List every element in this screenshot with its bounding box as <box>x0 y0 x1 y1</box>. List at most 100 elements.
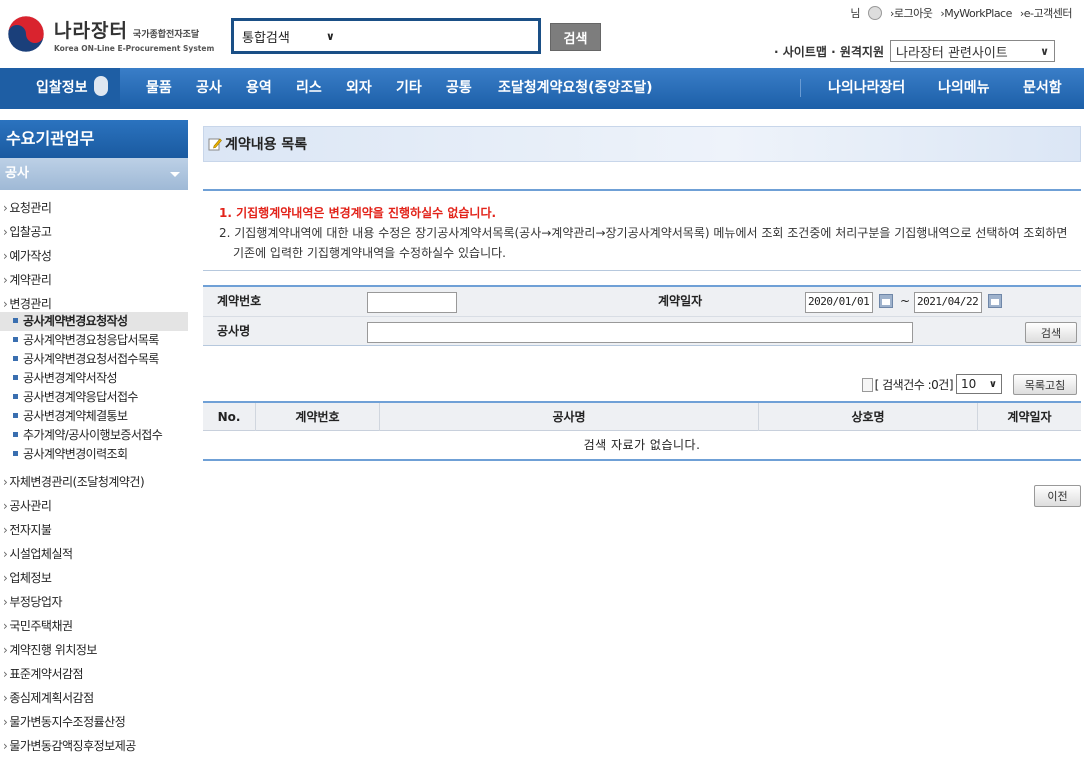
page-header: 계약내용 목록 <box>203 126 1081 162</box>
prev-button[interactable]: 이전 <box>1034 485 1081 507</box>
nav-service[interactable]: 용역 <box>246 68 272 109</box>
form-search-button[interactable]: 검색 <box>1025 322 1077 343</box>
myworkplace-link[interactable]: ›MyWorkPlace <box>940 7 1012 20</box>
sidebar-item[interactable]: 입찰공고 <box>0 220 188 244</box>
sidebar-item[interactable]: 국민주택채권 <box>0 614 188 638</box>
site-links-row: · 사이트맵 · 원격지원 나라장터 관련사이트 ∨ <box>774 40 1055 62</box>
nav-central-procurement[interactable]: 조달청계약요청(중앙조달) <box>498 68 652 109</box>
notice-warning: 1. 기집행계약내역은 변경계약을 진행하실수 없습니다. <box>219 206 497 220</box>
result-count-row: [ 검색건수 :0건] 10 ∨ 목록고침 <box>203 373 1081 397</box>
notice-info: 2. 기집행계약내역에 대한 내용 수정은 장기공사계약서목록(공사→계약관리→… <box>219 226 1068 260</box>
sidebar-item[interactable]: 자체변경관리(조달청계약건) <box>0 470 188 494</box>
chevron-down-icon: ∨ <box>325 30 335 43</box>
date-to-input[interactable]: 2021/04/22 <box>914 292 982 313</box>
related-sites-value: 나라장터 관련사이트 <box>896 45 1008 61</box>
sidebar-list: 요청관리 입찰공고 예가작성 계약관리 변경관리 공사계약변경요청작성 공사계약… <box>0 196 188 758</box>
pencil-icon <box>208 137 222 151</box>
sidebar-item[interactable]: 예가작성 <box>0 244 188 268</box>
nav-etc[interactable]: 기타 <box>396 68 422 109</box>
search-input[interactable]: 통합검색 ∨ <box>231 18 541 54</box>
contract-no-label: 계약번호 <box>217 294 262 308</box>
search-form: 계약번호 계약일자 2020/01/01 ~ 2021/04/22 공사명 검색 <box>203 285 1081 346</box>
col-contract-date: 계약일자 <box>977 403 1081 431</box>
refresh-list-button[interactable]: 목록고침 <box>1013 374 1077 395</box>
calendar-icon[interactable] <box>988 294 1002 308</box>
sidebar-item[interactable]: 요청관리 <box>0 196 188 220</box>
sidebar-sub-item[interactable]: 공사계약변경요청응답서목록 <box>0 331 188 350</box>
logo-subtitle: 국가종합전자조달 <box>132 29 200 40</box>
nav-document-box[interactable]: 문서함 <box>1023 68 1062 109</box>
search-button[interactable]: 검색 <box>550 23 601 51</box>
sidebar-sub-item[interactable]: 공사변경계약서작성 <box>0 369 188 388</box>
sidebar-sub-item-active[interactable]: 공사계약변경요청작성 <box>0 312 188 331</box>
sidebar-sub-list: 공사계약변경요청작성 공사계약변경요청응답서목록 공사계약변경요청서접수목록 공… <box>0 312 188 464</box>
sitemap-remote-links[interactable]: · 사이트맵 · 원격지원 <box>774 43 884 60</box>
logout-link[interactable]: ›로그아웃 <box>890 5 933 21</box>
notice-box: 1. 기집행계약내역은 변경계약을 진행하실수 없습니다. 2. 기집행계약내역… <box>203 189 1081 271</box>
nav-foreign[interactable]: 외자 <box>346 68 372 109</box>
header: 나라장터 국가종합전자조달 Korea ON-Line E-Procuremen… <box>0 0 1084 66</box>
logo-title: 나라장터 <box>54 19 128 42</box>
chevron-down-icon: ∨ <box>988 378 997 390</box>
nav-my-narajangteo[interactable]: 나의나라장터 <box>828 68 905 109</box>
contract-no-input[interactable] <box>367 292 457 313</box>
sidebar-item[interactable]: 전자지불 <box>0 518 188 542</box>
nav-bid-info[interactable]: 입찰정보 <box>0 68 120 109</box>
user-icon[interactable] <box>867 6 882 20</box>
sidebar-item[interactable]: 물가변동지수조정률산정 <box>0 710 188 734</box>
taegeuk-logo-icon <box>6 14 46 54</box>
nav-common[interactable]: 공통 <box>446 68 472 109</box>
sidebar-section-label: 공사 <box>5 166 29 181</box>
sidebar-item[interactable]: 업체정보 <box>0 566 188 590</box>
nav-divider <box>800 79 801 97</box>
results-table: No. 계약번호 공사명 상호명 계약일자 검색 자료가 없습니다. <box>203 401 1081 461</box>
search-scope-select[interactable]: 통합검색 ∨ <box>242 27 335 46</box>
date-from-input[interactable]: 2020/01/01 <box>805 292 873 313</box>
contract-date-label: 계약일자 <box>658 294 703 308</box>
sidebar-item[interactable]: 표준계약서감점 <box>0 662 188 686</box>
col-contract-no: 계약번호 <box>255 403 379 431</box>
sidebar-item[interactable]: 종심제계획서감점 <box>0 686 188 710</box>
sidebar-item[interactable]: 부정당업자 <box>0 590 188 614</box>
sidebar-sub-item[interactable]: 공사변경계약체결통보 <box>0 407 188 426</box>
document-icon <box>861 377 873 392</box>
sidebar-item[interactable]: 시설업체실적 <box>0 542 188 566</box>
related-sites-select[interactable]: 나라장터 관련사이트 ∨ <box>890 40 1055 62</box>
logo[interactable]: 나라장터 국가종합전자조달 Korea ON-Line E-Procuremen… <box>6 12 226 56</box>
form-row-project: 공사명 검색 <box>203 316 1081 345</box>
col-no: No. <box>217 410 241 424</box>
result-count: [ 검색건수 :0건] <box>860 376 954 393</box>
main-content: 계약내용 목록 1. 기집행계약내역은 변경계약을 진행하실수 없습니다. 2.… <box>203 126 1081 507</box>
col-company-name: 상호명 <box>758 403 977 431</box>
sidebar-sub-item[interactable]: 공사계약변경요청서접수목록 <box>0 350 188 369</box>
empty-message: 검색 자료가 없습니다. <box>583 438 701 452</box>
chevron-down-icon: ∨ <box>1040 44 1049 58</box>
sidebar-item[interactable]: 계약관리 <box>0 268 188 292</box>
page-size-select[interactable]: 10 ∨ <box>956 374 1002 394</box>
top-links: 님 ›로그아웃 ›MyWorkPlace ›e-고객센터 <box>842 5 1073 21</box>
sidebar-sub-item[interactable]: 공사변경계약응답서접수 <box>0 388 188 407</box>
date-separator: ~ <box>900 294 911 308</box>
customer-center-link[interactable]: ›e-고객센터 <box>1020 5 1073 21</box>
table-header-row: No. 계약번호 공사명 상호명 계약일자 <box>203 403 1081 431</box>
nav-lease[interactable]: 리스 <box>296 68 322 109</box>
sidebar-item[interactable]: 공사관리 <box>0 494 188 518</box>
nav-my-menu[interactable]: 나의메뉴 <box>938 68 990 109</box>
nav-goods[interactable]: 물품 <box>146 68 172 109</box>
nav-construction[interactable]: 공사 <box>196 68 222 109</box>
sidebar-sub-item[interactable]: 공사계약변경이력조회 <box>0 445 188 464</box>
sidebar-section-select[interactable]: 공사 <box>0 158 188 190</box>
caret-down-icon <box>170 172 180 177</box>
project-name-label: 공사명 <box>217 324 251 338</box>
sidebar-title: 수요기관업무 <box>0 120 188 158</box>
nav-bid-info-label: 입찰정보 <box>36 80 88 96</box>
sidebar-item[interactable]: 계약진행 위치정보 <box>0 638 188 662</box>
mouse-icon <box>93 76 108 96</box>
project-name-input[interactable] <box>367 322 913 343</box>
sidebar-sub-item[interactable]: 추가계약/공사이행보증서접수 <box>0 426 188 445</box>
search-scope-value: 통합검색 <box>242 31 290 46</box>
calendar-icon[interactable] <box>879 294 893 308</box>
sidebar-item[interactable]: 물가변동감액징후정보제공 <box>0 734 188 758</box>
sidebar: 수요기관업무 공사 요청관리 입찰공고 예가작성 계약관리 변경관리 공사계약변… <box>0 120 188 780</box>
user-suffix: 님 <box>850 7 860 20</box>
